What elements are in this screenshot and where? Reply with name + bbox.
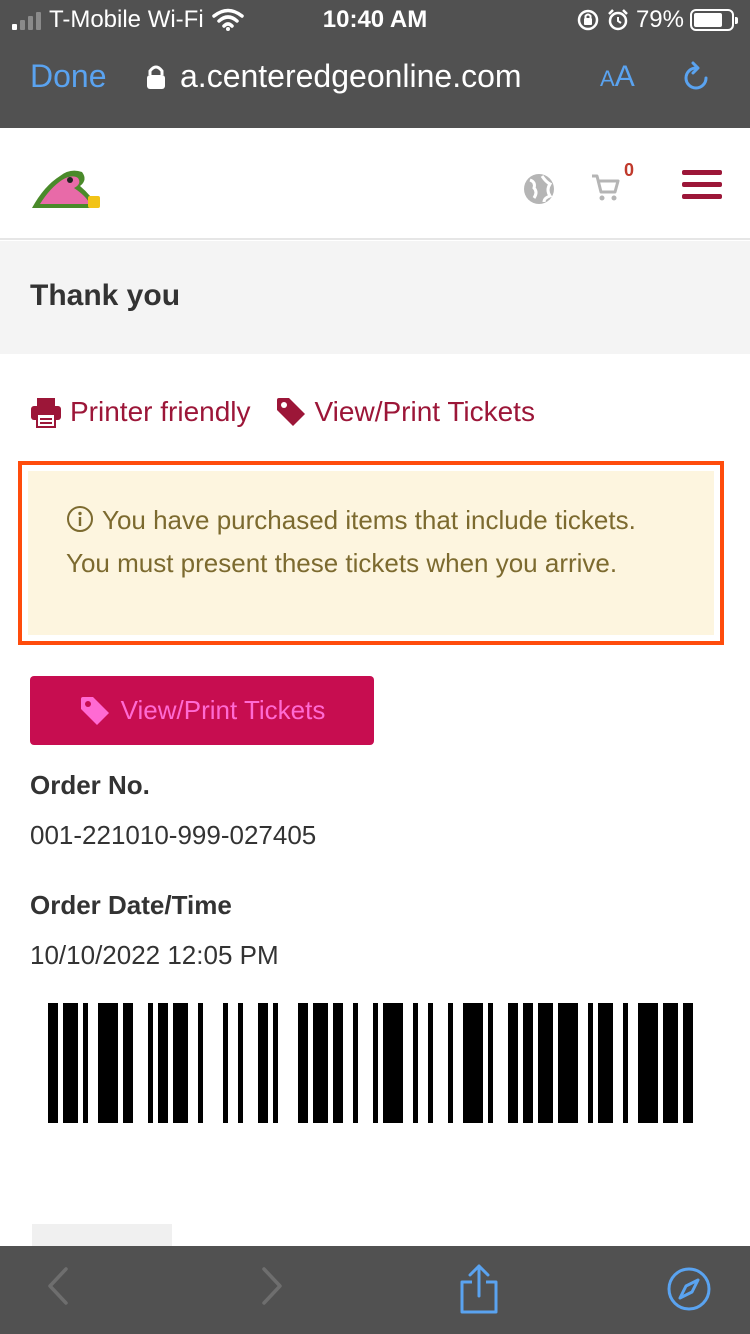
- order-date-value: 10/10/2022 12:05 PM: [30, 940, 279, 970]
- address-field[interactable]: a.centeredgeonline.com: [146, 58, 522, 95]
- barcode-bar: [313, 1003, 328, 1123]
- status-right: 79%: [576, 6, 738, 34]
- barcode-bar: [98, 1003, 118, 1123]
- order-no-label: Order No.: [30, 770, 150, 800]
- barcode-bar: [523, 1003, 533, 1123]
- tag-icon: [80, 696, 109, 725]
- share-icon[interactable]: [458, 1264, 500, 1314]
- printer-friendly-label: Printer friendly: [70, 396, 251, 427]
- lock-icon: [147, 65, 165, 89]
- menu-bar: [682, 194, 722, 199]
- done-button[interactable]: Done: [30, 58, 107, 95]
- barcode-bar: [508, 1003, 518, 1123]
- barcode-bar: [638, 1003, 658, 1123]
- barcode-bar: [488, 1003, 493, 1123]
- barcode-bar: [598, 1003, 613, 1123]
- barcode-bar: [148, 1003, 153, 1123]
- battery-percent: 79%: [635, 6, 684, 33]
- battery-icon: [690, 9, 738, 31]
- view-print-tickets-link[interactable]: View/Print Tickets: [275, 396, 535, 428]
- url-bar: Done a.centeredgeonline.com AA: [0, 50, 750, 110]
- page-title: Thank you: [30, 279, 181, 312]
- barcode-bar: [158, 1003, 168, 1123]
- notice-message: You have purchased items that include ti…: [66, 499, 678, 585]
- tag-icon: [276, 398, 305, 426]
- text-size-small: A: [600, 66, 615, 91]
- info-icon: [67, 506, 93, 532]
- orientation-lock-icon: [577, 9, 599, 31]
- notice-text: You have purchased items that include ti…: [66, 505, 636, 578]
- view-print-tickets-button[interactable]: View/Print Tickets: [30, 676, 374, 745]
- globe-icon[interactable]: [522, 172, 556, 206]
- barcode-bar: [123, 1003, 133, 1123]
- barcode-bar: [373, 1003, 378, 1123]
- browser-top-bar: T-Mobile Wi-Fi 10:40 AM 79% Done a.cente…: [0, 0, 750, 128]
- barcode-bar: [588, 1003, 593, 1123]
- title-band: Thank you: [0, 241, 750, 354]
- menu-icon[interactable]: [682, 170, 722, 206]
- site-header: 0: [0, 128, 750, 240]
- printer-icon: [31, 398, 61, 428]
- forward-icon[interactable]: [260, 1266, 284, 1306]
- menu-bar: [682, 170, 722, 175]
- barcode-bar: [223, 1003, 228, 1123]
- barcode-bar: [258, 1003, 268, 1123]
- reload-icon[interactable]: [678, 60, 714, 96]
- barcode-bar: [538, 1003, 553, 1123]
- barcode-bar: [558, 1003, 578, 1123]
- barcode-bar: [663, 1003, 678, 1123]
- loading-placeholder: [32, 1224, 172, 1248]
- barcode-bar: [173, 1003, 188, 1123]
- view-print-tickets-button-label: View/Print Tickets: [120, 695, 326, 725]
- logo-icon[interactable]: [30, 166, 102, 210]
- barcode-bar: [273, 1003, 278, 1123]
- back-icon[interactable]: [46, 1266, 70, 1306]
- text-size-large: A: [614, 60, 635, 93]
- ticket-notice: You have purchased items that include ti…: [18, 461, 724, 645]
- barcode-bar: [333, 1003, 343, 1123]
- browser-bottom-bar: [0, 1246, 750, 1334]
- menu-bar: [682, 182, 722, 187]
- ticket-notice-body: You have purchased items that include ti…: [28, 471, 714, 635]
- barcode-bar: [383, 1003, 403, 1123]
- printer-friendly-link[interactable]: Printer friendly: [30, 396, 251, 428]
- compass-icon[interactable]: [666, 1266, 712, 1312]
- action-links: Printer friendly View/Print Tickets: [30, 396, 535, 428]
- cart-icon[interactable]: [590, 172, 620, 202]
- barcode-bar: [413, 1003, 418, 1123]
- barcode-bar: [353, 1003, 358, 1123]
- barcode-bar: [448, 1003, 453, 1123]
- barcode-bar: [463, 1003, 483, 1123]
- view-print-tickets-label: View/Print Tickets: [314, 396, 535, 427]
- text-size-button[interactable]: AA: [600, 60, 635, 94]
- barcode-bar: [238, 1003, 243, 1123]
- barcode-bar: [683, 1003, 693, 1123]
- status-bar: T-Mobile Wi-Fi 10:40 AM 79%: [0, 0, 750, 42]
- barcode-bar: [83, 1003, 88, 1123]
- alarm-icon: [608, 9, 628, 31]
- barcode-bar: [623, 1003, 628, 1123]
- barcode-bar: [298, 1003, 308, 1123]
- barcode-bar: [428, 1003, 433, 1123]
- barcode-bar: [198, 1003, 203, 1123]
- order-date-label: Order Date/Time: [30, 890, 232, 920]
- barcode: [48, 1003, 693, 1123]
- barcode-bar: [48, 1003, 58, 1123]
- order-no-value: 001-221010-999-027405: [30, 820, 317, 850]
- url-text: a.centeredgeonline.com: [180, 58, 522, 94]
- barcode-bar: [63, 1003, 78, 1123]
- cart-count-badge: 0: [624, 160, 635, 180]
- battery-fill: [694, 13, 723, 27]
